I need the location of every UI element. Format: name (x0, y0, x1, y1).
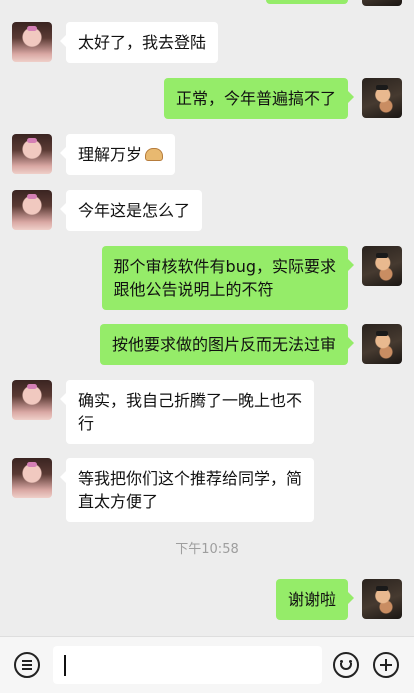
message-text-line: 那个审核软件有bug，实际要求 (113, 257, 336, 276)
message-text: 今年这是怎么了 (78, 201, 191, 220)
chat-area[interactable]: 太好了，我去登陆 正常，今年普遍搞不了 理解万岁 今年这是怎么了 那个审核软件有… (0, 0, 414, 636)
my-avatar[interactable] (362, 78, 402, 118)
message-input[interactable] (53, 646, 322, 684)
message-text-line: 确实，我自己折腾了一晚上也不 (78, 391, 303, 410)
message-bubble-received[interactable]: 太好了，我去登陆 (59, 22, 219, 63)
message-text-line: 直太方便了 (78, 492, 159, 511)
my-avatar[interactable] (362, 246, 402, 286)
emoji-icon[interactable] (333, 652, 359, 678)
message-bubble-received[interactable]: 今年这是怎么了 (59, 190, 203, 231)
my-avatar[interactable] (362, 0, 402, 6)
contact-avatar[interactable] (12, 458, 52, 498)
message-timestamp: 下午10:58 (175, 542, 239, 557)
message-text: 谢谢啦 (287, 590, 336, 609)
input-bar (0, 636, 414, 693)
message-text: 正常，今年普遍搞不了 (175, 89, 336, 108)
message-text-line: 跟他公告说明上的不符 (113, 280, 274, 299)
message-text-line: 等我把你们这个推荐给同学，简 (78, 469, 303, 488)
my-avatar[interactable] (362, 324, 402, 364)
message-text: 理解万岁 (78, 145, 143, 164)
message-text-line: 行 (78, 414, 95, 433)
message-bubble-received[interactable]: 理解万岁 (59, 134, 176, 175)
plus-icon[interactable] (373, 652, 399, 678)
voice-icon[interactable] (14, 652, 40, 678)
contact-avatar[interactable] (12, 22, 52, 62)
message-bubble-received[interactable]: 等我把你们这个推荐给同学，简 直太方便了 (59, 458, 315, 522)
contact-avatar[interactable] (12, 134, 52, 174)
message-bubble-sent[interactable]: 谢谢啦 (275, 579, 355, 620)
message-text: 太好了，我去登陆 (78, 33, 207, 52)
message-bubble-received[interactable]: 确实，我自己折腾了一晚上也不 行 (59, 380, 315, 444)
message-bubble-sent[interactable]: 按他要求做的图片反而无法过审 (99, 324, 355, 365)
mooncake-emoji-icon (145, 148, 164, 161)
contact-avatar[interactable] (12, 190, 52, 230)
message-bubble-sent[interactable]: 那个审核软件有bug，实际要求 跟他公告说明上的不符 (101, 246, 355, 310)
message-bubble-sent[interactable]: 正常，今年普遍搞不了 (163, 78, 355, 119)
message-text: 按他要求做的图片反而无法过审 (111, 335, 336, 354)
text-caret (64, 655, 66, 676)
contact-avatar[interactable] (12, 380, 52, 420)
my-avatar[interactable] (362, 579, 402, 619)
message-bubble-partial (266, 0, 348, 4)
